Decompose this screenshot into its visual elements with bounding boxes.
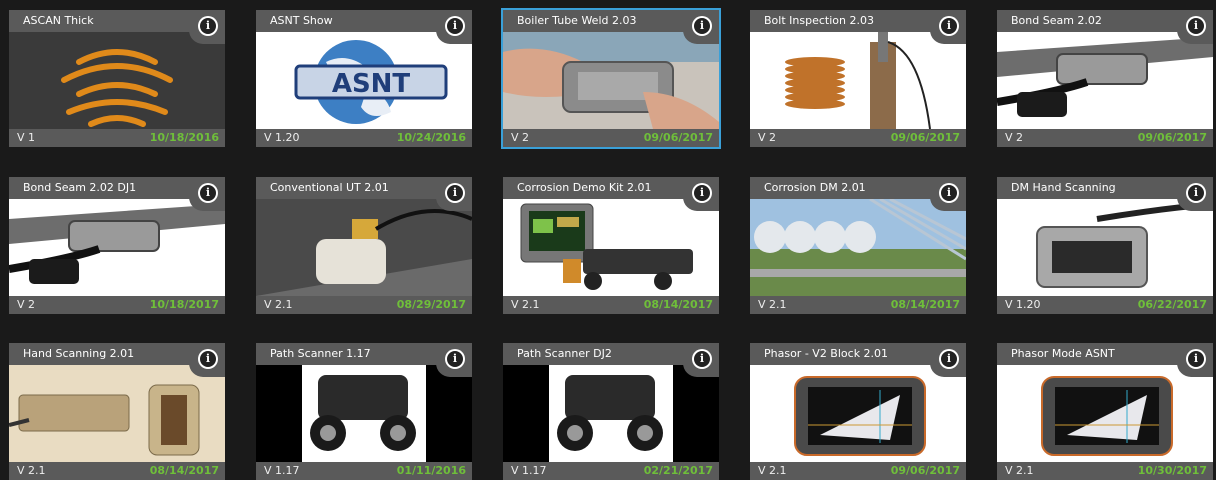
- setup-tile[interactable]: Corrosion DM 2.01 i V 2.1 08/14/2017: [750, 177, 966, 314]
- setup-tile[interactable]: Path Scanner DJ2 i V 1.17 02/21/2017: [503, 343, 719, 480]
- tile-version: V 2.1: [758, 298, 787, 311]
- tile-footer: V 2.1 08/29/2017: [256, 296, 472, 314]
- tile-thumbnail: ASNT: [256, 32, 472, 129]
- tile-thumbnail: [997, 365, 1213, 462]
- tile-date: 01/11/2016: [396, 464, 466, 477]
- tile-version: V 2: [1005, 131, 1024, 144]
- tile-date: 08/14/2017: [149, 464, 219, 477]
- tile-thumbnail: [256, 365, 472, 462]
- info-icon[interactable]: i: [198, 349, 218, 369]
- tile-thumbnail: [503, 199, 719, 296]
- tile-date: 06/22/2017: [1137, 298, 1207, 311]
- tile-thumbnail: [503, 32, 719, 129]
- tile-version: V 2.1: [1005, 464, 1034, 477]
- tile-footer: V 1 10/18/2016: [9, 129, 225, 147]
- tile-footer: V 1.17 01/11/2016: [256, 462, 472, 480]
- tile-thumbnail: [256, 199, 472, 296]
- tile-version: V 1: [17, 131, 36, 144]
- tile-footer: V 2 09/06/2017: [503, 129, 719, 147]
- tile-footer: V 2.1 08/14/2017: [503, 296, 719, 314]
- tile-footer: V 2 09/06/2017: [750, 129, 966, 147]
- setup-grid: ASCAN Thick i V 1 10/18/2016 ASNT ASNT Show i…: [0, 0, 1216, 480]
- setup-tile[interactable]: ASCAN Thick i V 1 10/18/2016: [9, 10, 225, 147]
- info-icon[interactable]: i: [692, 183, 712, 203]
- info-icon[interactable]: i: [198, 183, 218, 203]
- tile-version: V 2.1: [264, 298, 293, 311]
- tile-thumbnail: [9, 199, 225, 296]
- setup-tile[interactable]: Corrosion Demo Kit 2.01 i V 2.1 08/14/2017: [503, 177, 719, 314]
- tile-footer: V 2.1 08/14/2017: [750, 296, 966, 314]
- info-icon[interactable]: i: [1186, 349, 1206, 369]
- info-icon[interactable]: i: [445, 349, 465, 369]
- tile-footer: V 1.17 02/21/2017: [503, 462, 719, 480]
- tile-footer: V 2 09/06/2017: [997, 129, 1213, 147]
- tile-version: V 2: [758, 131, 777, 144]
- setup-tile[interactable]: Phasor - V2 Block 2.01 i V 2.1 09/06/2017: [750, 343, 966, 480]
- tile-date: 09/06/2017: [890, 464, 960, 477]
- tile-footer: V 1.20 10/24/2016: [256, 129, 472, 147]
- tile-date: 08/14/2017: [643, 298, 713, 311]
- tile-thumbnail: [750, 365, 966, 462]
- tile-thumbnail: [9, 32, 225, 129]
- setup-tile[interactable]: Bond Seam 2.02 DJ1 i V 2 10/18/2017: [9, 177, 225, 314]
- tile-date: 10/24/2016: [396, 131, 466, 144]
- info-icon[interactable]: i: [445, 183, 465, 203]
- tile-version: V 2.1: [758, 464, 787, 477]
- setup-tile[interactable]: Bolt Inspection 2.03 i V 2 09/06/2017: [750, 10, 966, 147]
- tile-date: 02/21/2017: [643, 464, 713, 477]
- info-icon[interactable]: i: [1186, 16, 1206, 36]
- tile-thumbnail: [750, 199, 966, 296]
- tile-footer: V 2.1 10/30/2017: [997, 462, 1213, 480]
- svg-text:ASNT: ASNT: [332, 69, 411, 99]
- tile-thumbnail: [750, 32, 966, 129]
- tile-date: 09/06/2017: [643, 131, 713, 144]
- tile-version: V 2: [511, 131, 530, 144]
- tile-version: V 2.1: [511, 298, 540, 311]
- info-icon[interactable]: i: [939, 349, 959, 369]
- info-icon[interactable]: i: [939, 183, 959, 203]
- tile-thumbnail: [997, 32, 1213, 129]
- tile-version: V 2.1: [17, 464, 46, 477]
- tile-version: V 1.17: [264, 464, 300, 477]
- setup-tile[interactable]: DM Hand Scanning i V 1.20 06/22/2017: [997, 177, 1213, 314]
- setup-tile[interactable]: Path Scanner 1.17 i V 1.17 01/11/2016: [256, 343, 472, 480]
- tile-thumbnail: [9, 365, 225, 462]
- info-icon[interactable]: i: [939, 16, 959, 36]
- tile-date: 08/29/2017: [396, 298, 466, 311]
- info-icon[interactable]: i: [198, 16, 218, 36]
- tile-version: V 1.17: [511, 464, 547, 477]
- tile-thumbnail: [997, 199, 1213, 296]
- tile-date: 10/18/2016: [149, 131, 219, 144]
- tile-date: 09/06/2017: [890, 131, 960, 144]
- info-icon[interactable]: i: [1186, 183, 1206, 203]
- tile-footer: V 2 10/18/2017: [9, 296, 225, 314]
- info-icon[interactable]: i: [692, 349, 712, 369]
- setup-tile[interactable]: Phasor Mode ASNT i V 2.1 10/30/2017: [997, 343, 1213, 480]
- setup-tile[interactable]: ASNT ASNT Show i V 1.20 10/24/2016: [256, 10, 472, 147]
- tile-date: 10/18/2017: [149, 298, 219, 311]
- tile-date: 09/06/2017: [1137, 131, 1207, 144]
- tile-version: V 2: [17, 298, 36, 311]
- setup-tile[interactable]: Bond Seam 2.02 i V 2 09/06/2017: [997, 10, 1213, 147]
- setup-tile[interactable]: Boiler Tube Weld 2.03 i V 2 09/06/2017: [501, 8, 721, 149]
- tile-footer: V 2.1 08/14/2017: [9, 462, 225, 480]
- setup-tile[interactable]: Hand Scanning 2.01 i V 2.1 08/14/2017: [9, 343, 225, 480]
- tile-date: 10/30/2017: [1137, 464, 1207, 477]
- tile-version: V 1.20: [264, 131, 300, 144]
- tile-version: V 1.20: [1005, 298, 1041, 311]
- tile-footer: V 2.1 09/06/2017: [750, 462, 966, 480]
- info-icon[interactable]: i: [445, 16, 465, 36]
- info-icon[interactable]: i: [692, 16, 712, 36]
- tile-date: 08/14/2017: [890, 298, 960, 311]
- tile-footer: V 1.20 06/22/2017: [997, 296, 1213, 314]
- tile-thumbnail: [503, 365, 719, 462]
- setup-tile[interactable]: Conventional UT 2.01 i V 2.1 08/29/2017: [256, 177, 472, 314]
